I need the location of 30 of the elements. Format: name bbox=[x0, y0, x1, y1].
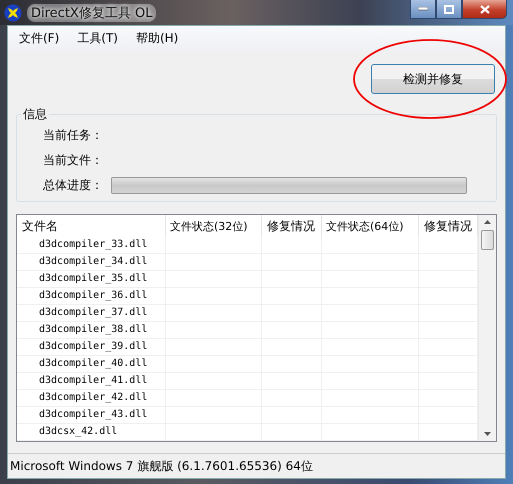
repair-button[interactable]: 检测并修复 bbox=[371, 64, 495, 94]
table-cell: d3dcompiler_34.dll bbox=[17, 254, 166, 270]
app-icon bbox=[4, 4, 22, 22]
close-button[interactable] bbox=[462, 0, 507, 19]
table-cell: d3dcompiler_39.dll bbox=[17, 339, 166, 355]
table-cell: d3dcompiler_37.dll bbox=[17, 305, 166, 321]
table-cell: d3dcompiler_42.dll bbox=[17, 390, 166, 406]
menu-item[interactable]: 文件(F) bbox=[14, 30, 72, 46]
menu-item[interactable]: 帮助(H) bbox=[130, 30, 192, 46]
close-icon bbox=[480, 4, 490, 14]
scrollbar[interactable] bbox=[478, 215, 496, 441]
field-label: 当前文件： bbox=[43, 152, 103, 169]
table-cell: d3dcompiler_43.dll bbox=[17, 407, 166, 423]
table-cell: d3dcompiler_33.dll bbox=[17, 237, 166, 253]
maximize-button[interactable] bbox=[436, 0, 462, 19]
table-cell: d3dcompiler_35.dll bbox=[17, 271, 166, 287]
maximize-icon bbox=[444, 4, 454, 14]
scroll-thumb[interactable] bbox=[481, 230, 494, 250]
table-cell: d3dcompiler_36.dll bbox=[17, 288, 166, 304]
menu-item[interactable]: 工具(T) bbox=[72, 30, 131, 46]
field-label: 当前任务： bbox=[43, 127, 103, 144]
minimize-button[interactable] bbox=[410, 0, 436, 19]
table-cell: d3dcompiler_40.dll bbox=[17, 356, 166, 372]
table-cell: d3dcompiler_41.dll bbox=[17, 373, 166, 389]
table-cell: d3dcsx_42.dll bbox=[17, 424, 166, 440]
group-title: 信息 bbox=[22, 106, 48, 123]
field-label: 总体进度： bbox=[43, 177, 103, 194]
minimize-icon bbox=[418, 7, 428, 11]
status-text: Microsoft Windows 7 旗舰版 (6.1.7601.65536) 64位 bbox=[10, 458, 313, 474]
table-cell: d3dcompiler_38.dll bbox=[17, 322, 166, 338]
